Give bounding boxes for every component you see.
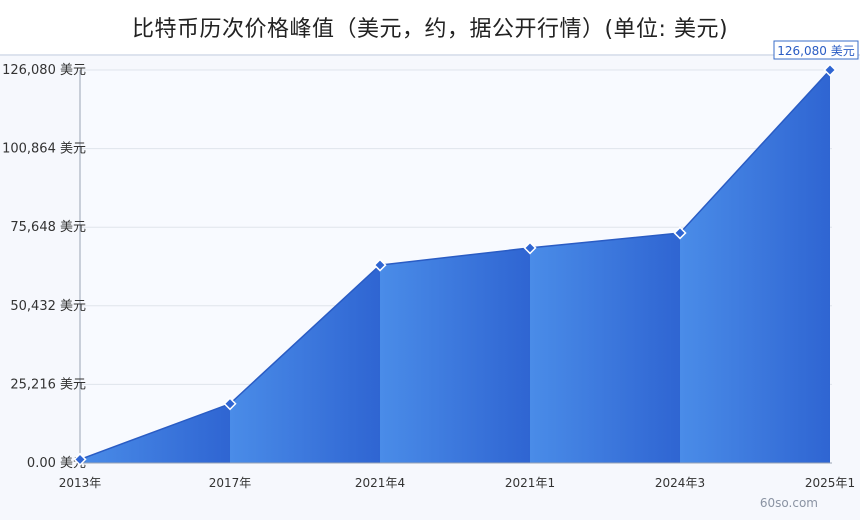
peak-annotation-label: 126,080 美元 <box>777 44 854 58</box>
y-tick-label: 75,648 美元 <box>10 220 86 235</box>
area-segment <box>380 247 530 463</box>
y-tick-label: 126,080 美元 <box>2 63 86 78</box>
x-tick-label: 2025年1 <box>805 476 855 490</box>
watermark: 60so.com <box>759 496 818 510</box>
x-tick-label: 2024年3 <box>655 476 705 490</box>
area-segment <box>530 232 680 463</box>
y-tick-label: 25,216 美元 <box>10 377 86 392</box>
x-tick-label: 2013年 <box>59 476 102 490</box>
area-chart: 0.00 美元25,216 美元50,432 美元75,648 美元100,86… <box>2 40 859 490</box>
y-tick-label: 50,432 美元 <box>10 299 86 314</box>
x-tick-label: 2021年1 <box>505 476 555 490</box>
y-tick-label: 100,864 美元 <box>2 142 86 157</box>
x-tick-label: 2021年4 <box>355 476 405 490</box>
x-tick-label: 2017年 <box>209 476 252 490</box>
